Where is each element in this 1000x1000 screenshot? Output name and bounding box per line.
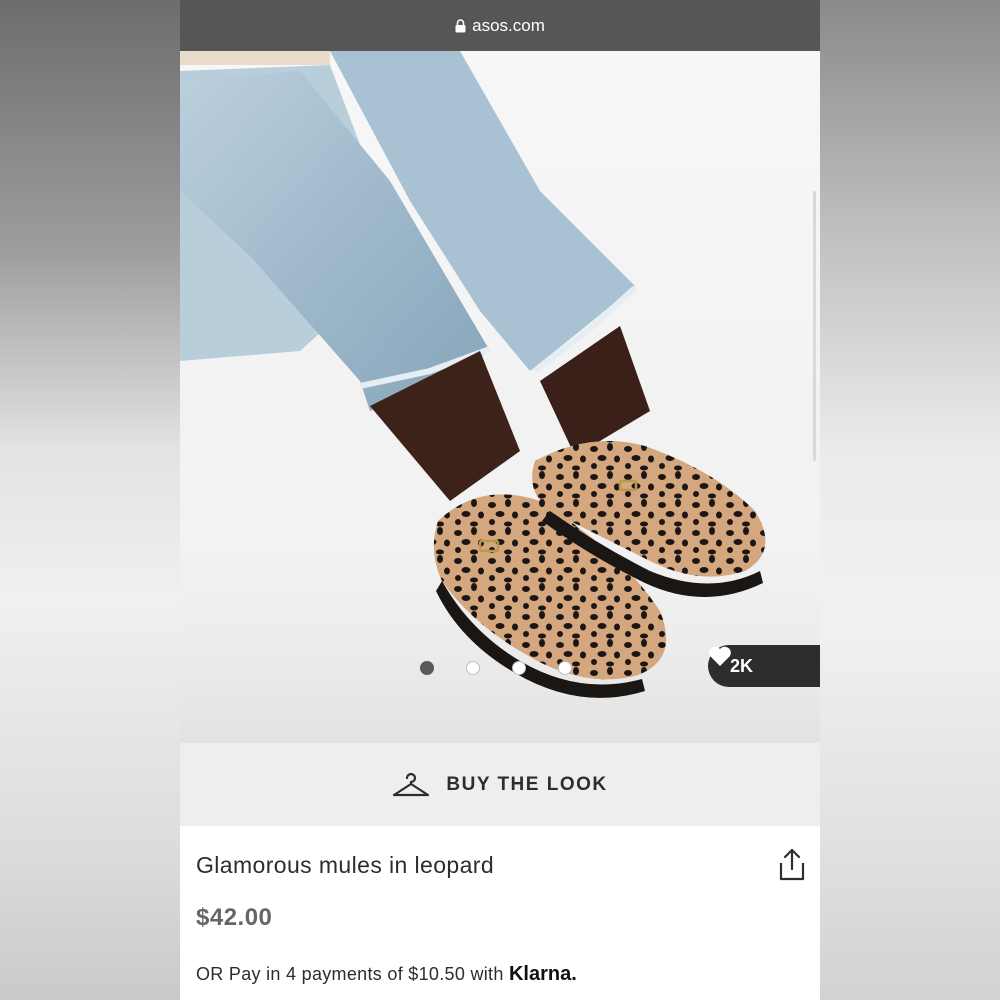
background-right	[820, 0, 1000, 1000]
payment-installments-text: OR Pay in 4 payments of $10.50 with	[196, 964, 504, 984]
product-price: $42.00	[196, 904, 273, 931]
address-bar[interactable]: asos.com	[180, 0, 820, 51]
klarna-payment-info[interactable]: OR Pay in 4 payments of $10.50 with Klar…	[196, 963, 577, 986]
save-for-later-button[interactable]: 2K	[708, 645, 820, 687]
buy-the-look-button[interactable]: BUY THE LOOK	[180, 743, 820, 826]
gallery-dot-1[interactable]	[420, 661, 434, 675]
heart-icon	[709, 646, 731, 666]
product-title: Glamorous mules in leopard	[196, 852, 495, 878]
product-image-gallery[interactable]: 2K	[180, 51, 820, 743]
scroll-indicator[interactable]	[813, 191, 816, 461]
gallery-pagination	[420, 661, 572, 675]
phone-screen: asos.com 2K BUY THE LOOK Glamorous mules…	[180, 0, 820, 1000]
gallery-dot-4[interactable]	[558, 661, 572, 675]
lock-icon	[455, 18, 466, 32]
address-url: asos.com	[472, 15, 545, 35]
background-left	[0, 0, 180, 1000]
gallery-dot-2[interactable]	[466, 661, 480, 675]
product-image	[180, 51, 820, 743]
share-icon[interactable]	[778, 848, 806, 882]
klarna-logo: Klarna.	[508, 963, 577, 985]
hanger-icon	[393, 772, 430, 796]
likes-count: 2K	[730, 655, 754, 676]
buy-the-look-label: BUY THE LOOK	[446, 773, 608, 795]
gallery-dot-3[interactable]	[512, 661, 526, 675]
